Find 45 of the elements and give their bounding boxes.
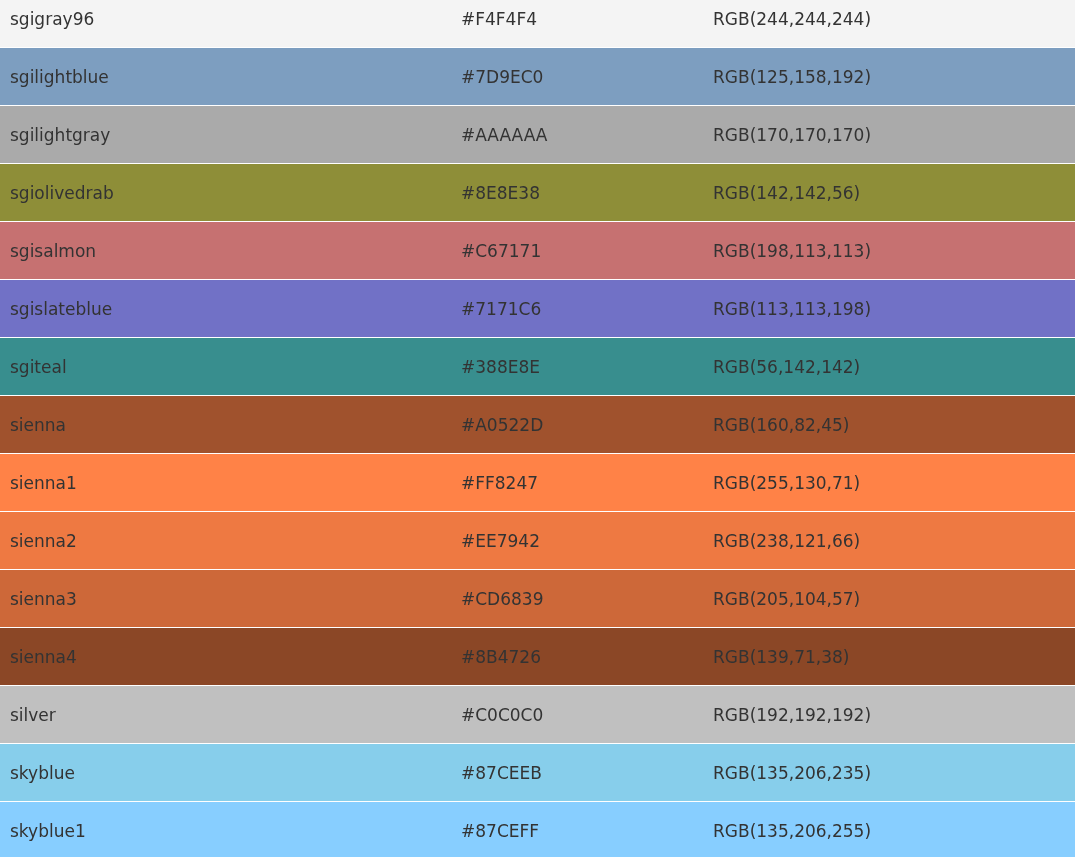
table-cell-text: #7171C6 (460, 298, 543, 319)
table-cell-text: RGB(255,130,71) (712, 472, 862, 493)
table-cell-text: #388E8E (460, 356, 541, 377)
table-cell-text: skyblue (9, 762, 76, 783)
table-cell-text: RGB(198,113,113) (712, 240, 873, 261)
table-cell-text: #F4F4F4 (460, 8, 539, 29)
table-cell-text: sienna4 (9, 646, 78, 667)
table-cell-text: RGB(125,158,192) (712, 66, 873, 87)
table-cell-text: #EE7942 (460, 530, 541, 551)
table-cell-text: #C67171 (460, 240, 543, 261)
table-cell-text: sgiolivedrab (9, 182, 115, 203)
table-cell-text: #8B4726 (460, 646, 542, 667)
table-cell-text: RGB(192,192,192) (712, 704, 873, 725)
table-cell-text: sgiteal (9, 356, 68, 377)
table-cell-text: sienna1 (9, 472, 78, 493)
table-cell-text: skyblue1 (9, 820, 87, 841)
table-cell-text: RGB(139,71,38) (712, 646, 851, 667)
table-cell-text: RGB(113,113,198) (712, 298, 873, 319)
table-cell-text: sienna (9, 414, 67, 435)
table-cell-text: RGB(56,142,142) (712, 356, 862, 377)
table-cell-text: sgigray96 (9, 8, 96, 29)
table-cell-text: RGB(160,82,45) (712, 414, 851, 435)
table-cell-text: #A0522D (460, 414, 545, 435)
table-cell-text: #CD6839 (460, 588, 545, 609)
table-cell-text: RGB(170,170,170) (712, 124, 873, 145)
table-cell-text: #87CEEB (460, 762, 543, 783)
table-cell-text: sgilightblue (9, 66, 110, 87)
table-cell-text: RGB(238,121,66) (712, 530, 862, 551)
table-cell-text: sgilightgray (9, 124, 112, 145)
table-cell-text: #FF8247 (460, 472, 540, 493)
table-cell-text: #C0C0C0 (460, 704, 545, 725)
table-cell-text: sienna3 (9, 588, 78, 609)
table-cell-text: RGB(142,142,56) (712, 182, 862, 203)
table-cell-text: sienna2 (9, 530, 78, 551)
table-cell-text: #7D9EC0 (460, 66, 545, 87)
table-cell-text: sgislateblue (9, 298, 114, 319)
table-cell-text: silver (9, 704, 57, 725)
table-cell-text: RGB(135,206,255) (712, 820, 873, 841)
table-cell-text: #8E8E38 (460, 182, 541, 203)
table-cell-text: RGB(205,104,57) (712, 588, 862, 609)
table-cell-text: RGB(135,206,235) (712, 762, 873, 783)
table-cell-text: sgisalmon (9, 240, 98, 261)
table-cell-text: #AAAAAA (460, 124, 549, 145)
table-cell-text: #87CEFF (460, 820, 541, 841)
table-cell-text: RGB(244,244,244) (712, 8, 873, 29)
